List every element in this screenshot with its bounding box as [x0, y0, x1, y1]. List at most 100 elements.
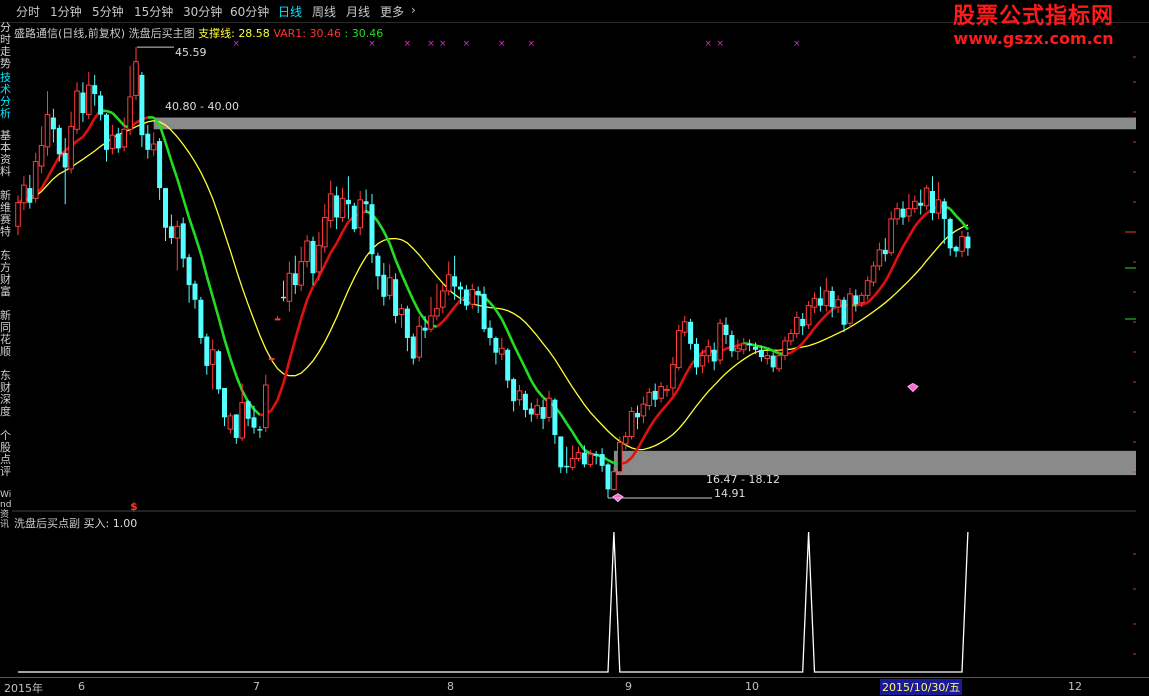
candle-body [535, 406, 540, 415]
fast-ma-segment [396, 260, 402, 274]
tab-60min[interactable]: 60分钟 [230, 3, 269, 20]
fast-ma-segment [773, 351, 779, 353]
candle [198, 297, 203, 344]
candle-body [464, 289, 469, 305]
candle-body [246, 401, 251, 419]
candle [464, 285, 469, 310]
candle-body [51, 118, 56, 130]
candle [323, 204, 328, 253]
candle [33, 153, 38, 203]
candle [311, 237, 316, 285]
support-zone-label: 16.47 - 18.12 [706, 473, 780, 486]
sidebar-item-eastmoney[interactable]: 东方财富 [0, 250, 12, 298]
tab-15min[interactable]: 15分钟 [134, 3, 173, 20]
low-price-label: 14.91 [714, 487, 746, 500]
signal-cross: × [439, 39, 447, 49]
candle [795, 312, 800, 338]
fast-ma-segment [579, 442, 585, 450]
candle-body [724, 325, 729, 335]
candle-body [375, 256, 380, 277]
chevron-right-icon[interactable]: › [411, 3, 416, 17]
candle-body [110, 135, 115, 148]
fast-ma-segment [331, 243, 337, 252]
buy-signal-chart[interactable] [12, 514, 1136, 676]
fast-ma-segment [307, 287, 313, 300]
fast-ma-segment [272, 400, 278, 410]
candle-body [729, 335, 734, 351]
fast-ma-segment [171, 161, 177, 178]
candle-body [33, 162, 38, 199]
sidebar-item-fundamentals[interactable]: 基本资料 [0, 130, 12, 178]
fast-ma-segment [809, 328, 815, 336]
candle-body [45, 115, 50, 147]
candle-body [960, 237, 965, 252]
candle [234, 414, 239, 443]
tab-monthly[interactable]: 月线 [346, 3, 370, 20]
candle-body [783, 341, 788, 356]
signal-cross: × [463, 39, 471, 49]
sidebar-item-wind[interactable]: Wind资讯 [0, 490, 12, 530]
candle-body [104, 115, 109, 150]
candle-body [175, 226, 180, 238]
candle-body [163, 188, 168, 228]
candle-body [635, 413, 640, 417]
candle-body [954, 247, 959, 251]
date-axis: 2015年 6 7 8 9 10 12 2015/10/30/五 [0, 677, 1149, 696]
main-candlestick-chart[interactable]: ××××××××××× [12, 22, 1136, 512]
fast-ma-segment [661, 405, 667, 412]
sidebar-item-technical[interactable]: 技术分析 [0, 72, 12, 120]
candle [482, 287, 487, 333]
fast-ma-segment [673, 388, 679, 397]
sidebar-item-intraday[interactable]: 分时走势 [0, 22, 12, 70]
candle [930, 176, 935, 220]
candle [936, 182, 941, 219]
tab-daily[interactable]: 日线 [278, 3, 302, 20]
candle-body [594, 454, 599, 455]
candle-body [789, 334, 794, 341]
candle [69, 112, 74, 174]
candle-body [812, 298, 817, 307]
tab-more[interactable]: 更多 [380, 3, 404, 20]
var1-value: 30.46 [310, 27, 342, 40]
sidebar-item-eastmoney-depth[interactable]: 东财深度 [0, 370, 12, 418]
tab-5min[interactable]: 5分钟 [92, 3, 124, 20]
fast-ma-segment [520, 357, 526, 369]
candle [535, 398, 540, 419]
buy-value: 1.00 [113, 517, 138, 530]
candle [954, 245, 959, 257]
fast-ma-segment [53, 157, 59, 167]
candle-body [517, 391, 522, 400]
fast-ma-segment [207, 276, 213, 297]
fast-ma-segment [685, 366, 691, 376]
fast-ma-segment [48, 167, 54, 178]
candle-body [470, 289, 475, 304]
candle-body [965, 237, 970, 249]
fast-ma-segment [490, 303, 496, 310]
tab-1min[interactable]: 1分钟 [50, 3, 82, 20]
sidebar-item-stock-review[interactable]: 个股点评 [0, 430, 12, 478]
fast-ma-segment [313, 276, 319, 286]
fast-ma-segment [443, 315, 449, 322]
fast-ma-segment [868, 297, 874, 303]
tab-weekly[interactable]: 周线 [312, 3, 336, 20]
sidebar-item-xinweisaite[interactable]: 新维赛特 [0, 190, 12, 238]
diamond-icon [908, 383, 918, 391]
sub-indicator-name: 洗盘后买点副 [14, 517, 80, 530]
tab-intraday[interactable]: 分时 [16, 3, 40, 20]
candle [741, 338, 746, 354]
candle [511, 378, 516, 412]
sidebar-item-10jqka[interactable]: 新同花顺 [0, 310, 12, 358]
candle [352, 203, 357, 232]
fast-ma-segment [561, 414, 567, 423]
candle-body [417, 326, 422, 357]
var1-value-2: : 30.46 [345, 27, 384, 40]
buy-label: 买入: [84, 517, 110, 530]
candle [505, 348, 510, 388]
candle-body [659, 386, 664, 398]
candle-body [240, 403, 245, 438]
price-zone [154, 118, 1136, 130]
candle-body [181, 223, 186, 258]
candle [541, 400, 546, 429]
tab-30min[interactable]: 30分钟 [183, 3, 222, 20]
candle-body [281, 297, 286, 298]
